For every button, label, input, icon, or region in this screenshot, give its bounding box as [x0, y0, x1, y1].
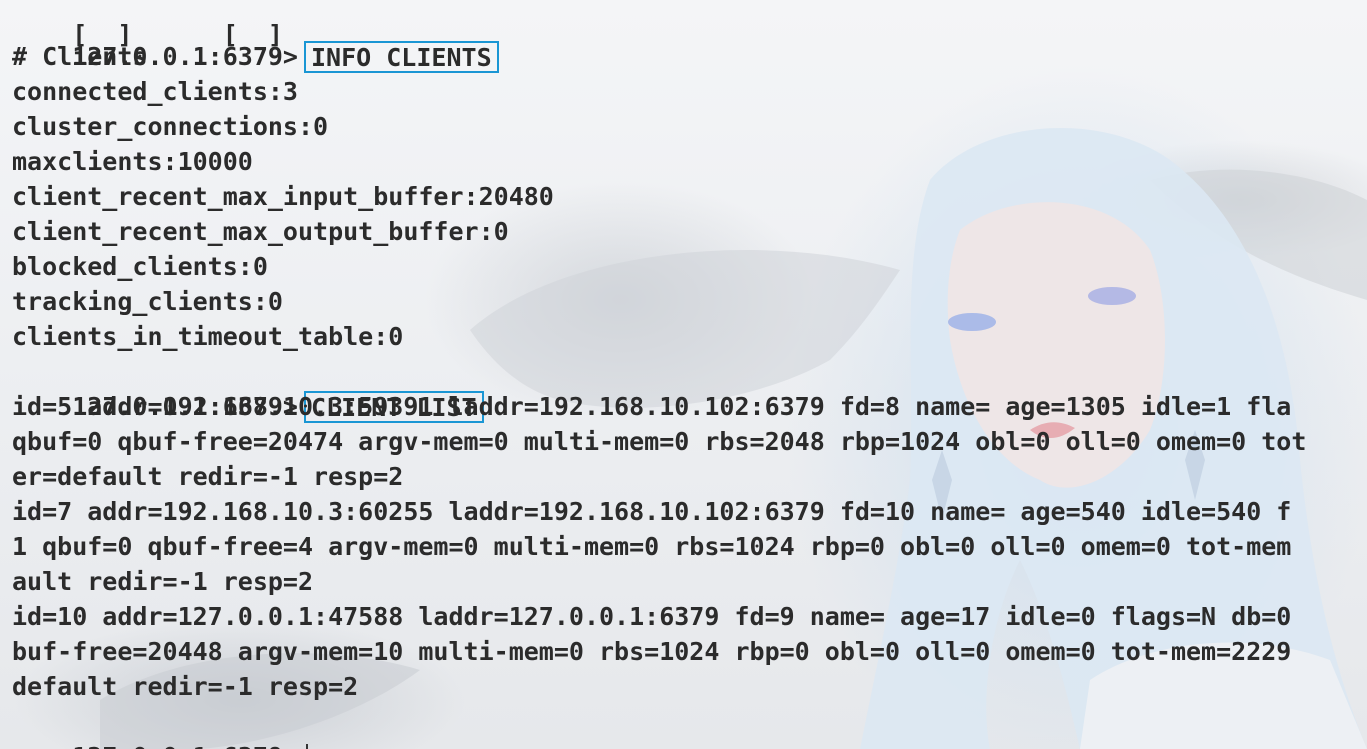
terminal-input-line[interactable]: 127.0.0.1:6379>	[12, 704, 308, 749]
output-line: # Clients	[12, 42, 148, 71]
output-line: cluster_connections:0	[12, 112, 329, 141]
output-line: client_recent_max_output_buffer:0	[12, 217, 509, 246]
client-list-line: ault redir=-1 resp=2	[12, 567, 314, 596]
output-line: maxclients:10000	[12, 147, 253, 176]
client-list-line: id=10 addr=127.0.0.1:47588 laddr=127.0.0…	[12, 602, 1292, 631]
text-cursor	[306, 744, 308, 749]
output-line: tracking_clients:0	[12, 287, 283, 316]
terminal-command-line-info: 127.0.0.1:6379> INFO CLIENTS	[12, 4, 499, 73]
terminal-command-line-client-list: 127.0.0.1:6379> CLIENT LIST	[12, 354, 484, 423]
client-list-line: er=default redir=-1 resp=2	[12, 462, 404, 491]
output-line: connected_clients:3	[12, 77, 298, 106]
client-list-line: id=7 addr=192.168.10.3:60255 laddr=192.1…	[12, 497, 1292, 526]
client-list-line: 1 qbuf=0 qbuf-free=4 argv-mem=0 multi-me…	[12, 532, 1292, 561]
highlighted-command-info-clients: INFO CLIENTS	[304, 41, 499, 73]
output-line: clients_in_timeout_table:0	[12, 322, 404, 351]
client-list-line: qbuf=0 qbuf-free=20474 argv-mem=0 multi-…	[12, 427, 1307, 456]
redis-cli-terminal[interactable]: [ ] [ ] 127.0.0.1:6379> INFO CLIENTS # Cl…	[12, 0, 1367, 749]
client-list-line: default redir=-1 resp=2	[12, 672, 359, 701]
output-line: blocked_clients:0	[12, 252, 268, 281]
client-list-line: buf-free=20448 argv-mem=10 multi-mem=0 r…	[12, 637, 1292, 666]
prompt: 127.0.0.1:6379>	[72, 742, 298, 749]
output-line: client_recent_max_input_buffer:20480	[12, 182, 554, 211]
client-list-line: id=5 addr=192.168.10.3:59391 laddr=192.1…	[12, 392, 1292, 421]
